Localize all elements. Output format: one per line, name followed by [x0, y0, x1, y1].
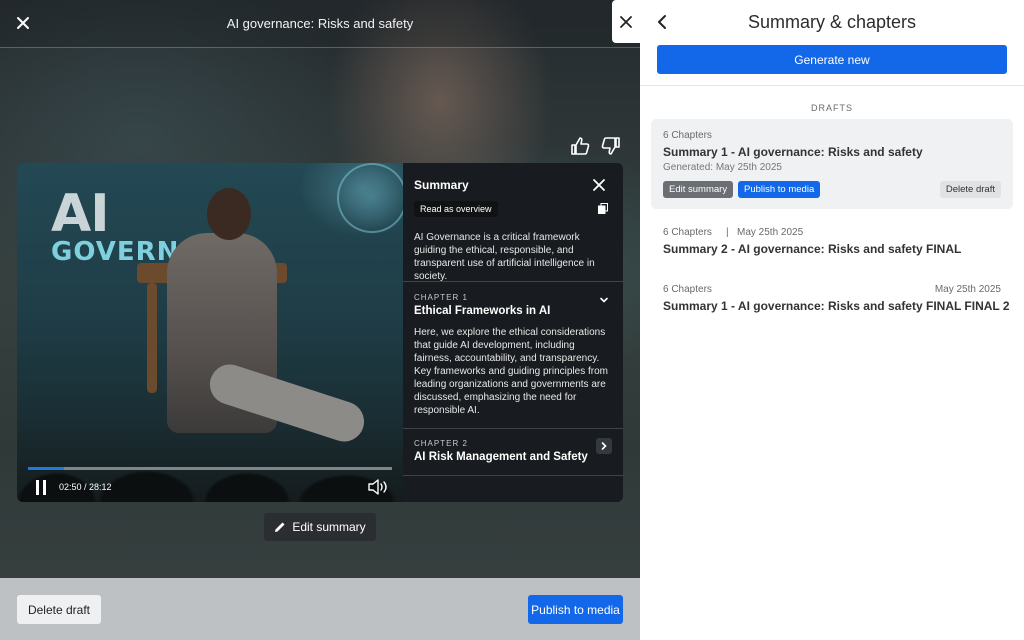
- time-readout: 02:50 / 28:12: [59, 482, 112, 492]
- audience-silhouettes: [17, 452, 403, 502]
- player-title: AI governance: Risks and safety: [226, 16, 414, 31]
- draft-title: Summary 1 - AI governance: Risks and saf…: [663, 145, 923, 159]
- progress-fill: [28, 467, 65, 470]
- divider: [403, 428, 623, 429]
- thumbs-down-icon[interactable]: [601, 137, 621, 155]
- side-panel-close-button[interactable]: [612, 0, 640, 43]
- chair-leg-left: [147, 283, 157, 393]
- edit-summary-label: Edit summary: [292, 520, 366, 534]
- draft-edit-summary-button[interactable]: Edit summary: [663, 181, 734, 198]
- stage-backdrop-text: AI GOVERN: [51, 187, 179, 267]
- draft-chapter-count: 6 Chapters: [663, 130, 712, 141]
- publish-to-media-button[interactable]: Publish to media: [528, 595, 623, 624]
- draft-meta-separator: |: [726, 227, 729, 238]
- chapter-label: CHAPTER 2: [414, 439, 468, 448]
- chapter-expand-toggle[interactable]: [596, 438, 612, 454]
- video-frame[interactable]: AI GOVERN 02:50 / 28:12: [17, 163, 403, 502]
- summary-chapters-panel: Summary & chapters Generate new DRAFTS 6…: [640, 0, 1024, 640]
- edit-summary-button[interactable]: Edit summary: [264, 513, 376, 541]
- bottom-action-bar: Delete draft Publish to media: [0, 578, 640, 640]
- draft-publish-button[interactable]: Publish to media: [738, 181, 821, 198]
- chevron-right-icon: [601, 442, 607, 450]
- read-as-overview-button[interactable]: Read as overview: [414, 201, 498, 217]
- thumbs-up-icon[interactable]: [570, 137, 590, 155]
- video-card: AI GOVERN 02:50 / 28:12 Summary Read as …: [17, 163, 623, 502]
- divider: [640, 85, 1024, 86]
- chapter-text: Here, we explore the ethical considerati…: [414, 327, 608, 416]
- volume-icon[interactable]: [367, 478, 389, 496]
- delete-draft-button[interactable]: Delete draft: [17, 595, 101, 624]
- draft-chapter-count: 6 Chapters: [663, 284, 712, 295]
- panel-title: Summary & chapters: [747, 12, 917, 32]
- draft-title: Summary 1 - AI governance: Risks and saf…: [663, 299, 1010, 313]
- draft-date: May 25th 2025: [934, 284, 1001, 295]
- draft-generated-date: Generated: May 25th 2025: [663, 162, 782, 173]
- generate-new-button[interactable]: Generate new: [657, 45, 1007, 74]
- chapter-collapse-toggle[interactable]: [596, 292, 612, 308]
- divider: [403, 475, 623, 476]
- video-player-pane: AI governance: Risks and safety AI GOVER…: [0, 0, 640, 640]
- draft-item[interactable]: 6 Chapters May 25th 2025 Summary 1 - AI …: [651, 277, 1013, 321]
- pencil-icon: [275, 522, 285, 532]
- close-icon: [620, 15, 632, 28]
- summary-overlay-panel: Summary Read as overview AI Governance i…: [403, 163, 623, 502]
- draft-title: Summary 2 - AI governance: Risks and saf…: [663, 242, 962, 256]
- draft-delete-button[interactable]: Delete draft: [939, 181, 1001, 198]
- chapter-title[interactable]: AI Risk Management and Safety: [414, 451, 588, 463]
- close-icon[interactable]: [12, 12, 34, 34]
- draft-date: May 25th 2025: [737, 227, 804, 238]
- stage-graphic: [337, 163, 403, 233]
- draft-item[interactable]: 6 Chapters Summary 1 - AI governance: Ri…: [651, 119, 1013, 209]
- progress-bar[interactable]: [28, 467, 392, 470]
- stage-text-line1: AI: [51, 184, 110, 244]
- speaker-legs: [204, 359, 370, 447]
- summary-heading: Summary: [414, 178, 469, 192]
- player-header: AI governance: Risks and safety: [0, 0, 640, 48]
- copy-icon[interactable]: [598, 203, 608, 214]
- draft-chapter-count: 6 Chapters: [663, 227, 712, 238]
- chevron-down-icon: [600, 297, 608, 303]
- close-icon[interactable]: [592, 178, 606, 192]
- pause-icon[interactable]: [34, 480, 48, 495]
- summary-text: AI Governance is a critical framework gu…: [414, 232, 595, 282]
- divider: [403, 281, 623, 282]
- speaker-head: [207, 188, 251, 240]
- draft-item[interactable]: 6 Chapters | May 25th 2025 Summary 2 - A…: [651, 220, 1013, 264]
- chapter-title[interactable]: Ethical Frameworks in AI: [414, 305, 550, 317]
- chapter-label: CHAPTER 1: [414, 293, 468, 302]
- drafts-section-label: DRAFTS: [811, 103, 853, 113]
